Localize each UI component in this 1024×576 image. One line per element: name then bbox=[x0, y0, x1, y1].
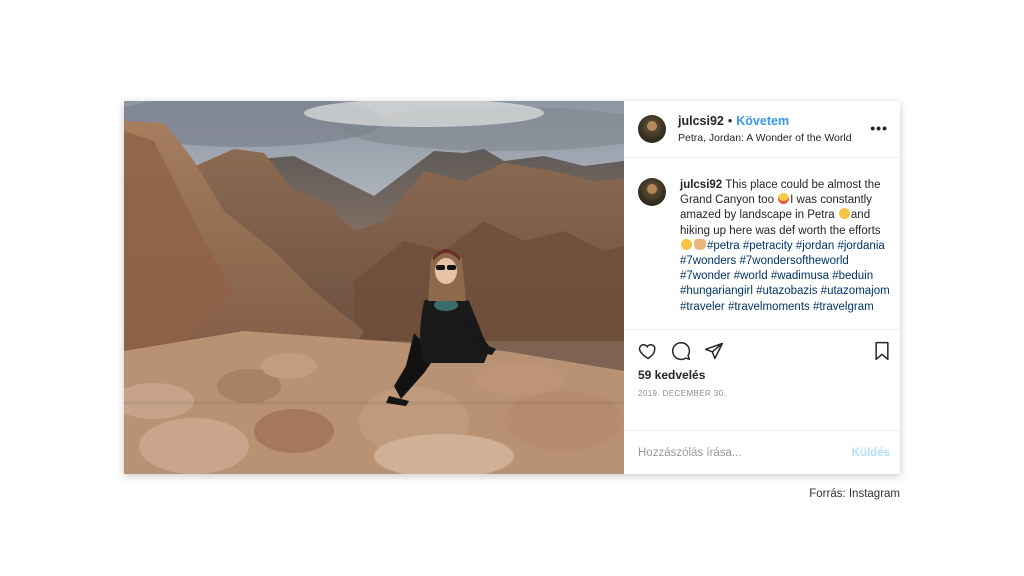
hashtag-link[interactable]: #wadimusa bbox=[771, 270, 829, 282]
post-sidebar: julcsi92 • Követem Petra, Jordan: A Wonder… bbox=[624, 101, 900, 474]
hashtag-link[interactable]: #7wondersoftheworld bbox=[739, 255, 848, 267]
smile-emoji-icon bbox=[838, 208, 850, 220]
caption-text: julcsi92 This place could be almost the … bbox=[680, 178, 894, 329]
paper-plane-icon[interactable] bbox=[704, 341, 724, 361]
instagram-post: julcsi92 • Követem Petra, Jordan: A Wonder… bbox=[124, 101, 900, 474]
hashtag-link[interactable]: #traveler bbox=[680, 301, 725, 313]
heart-eyes-emoji-icon bbox=[778, 193, 790, 205]
more-options-icon[interactable]: ••• bbox=[870, 120, 888, 136]
hashtag-list: #petra #petracity #jordan #jordania #7wo… bbox=[680, 240, 890, 313]
hashtag-link[interactable]: #hungariangirl bbox=[680, 285, 753, 297]
post-photo[interactable] bbox=[124, 101, 624, 474]
grin-emoji-icon bbox=[681, 238, 692, 250]
comment-box: Hozzászólás írása... Küldés bbox=[624, 430, 900, 474]
hashtag-link[interactable]: #world bbox=[734, 270, 768, 282]
hashtag-link[interactable]: #travelmoments bbox=[728, 301, 810, 313]
post-date[interactable]: 2019. DECEMBER 30. bbox=[624, 389, 900, 398]
comment-icon[interactable] bbox=[671, 341, 691, 361]
source-credit: Forrás: Instagram bbox=[809, 488, 900, 500]
hashtag-link[interactable]: #utazobazis bbox=[756, 285, 817, 297]
hashtag-link[interactable]: #petra bbox=[707, 240, 740, 252]
hashtag-link[interactable]: #beduin bbox=[832, 270, 873, 282]
hashtag-link[interactable]: #7wonders bbox=[680, 255, 736, 267]
post-header: julcsi92 • Követem Petra, Jordan: A Wonder… bbox=[624, 101, 900, 158]
hashtag-link[interactable]: #jordan bbox=[796, 240, 834, 252]
separator-dot: • bbox=[727, 114, 733, 128]
caption-username[interactable]: julcsi92 bbox=[680, 179, 722, 191]
header-username[interactable]: julcsi92 bbox=[678, 114, 724, 128]
hashtag-link[interactable]: #jordania bbox=[837, 240, 884, 252]
avatar[interactable] bbox=[638, 115, 666, 143]
hashtag-link[interactable]: #petracity bbox=[743, 240, 793, 252]
hashtag-link[interactable]: #travelgram bbox=[813, 301, 874, 313]
hashtag-link[interactable]: #utazomajom bbox=[821, 285, 890, 297]
send-button[interactable]: Küldés bbox=[852, 447, 890, 459]
caption-avatar[interactable] bbox=[638, 178, 666, 206]
hashtag-link[interactable]: #7wonder bbox=[680, 270, 731, 282]
comment-input[interactable]: Hozzászólás írása... bbox=[638, 447, 742, 459]
location-link[interactable]: Petra, Jordan: A Wonder of the World bbox=[678, 131, 852, 145]
action-bar bbox=[624, 330, 900, 372]
heart-icon[interactable] bbox=[638, 341, 658, 361]
praying-hands-emoji-icon bbox=[694, 238, 706, 250]
post-caption: julcsi92 This place could be almost the … bbox=[624, 158, 900, 330]
bookmark-icon[interactable] bbox=[873, 341, 891, 361]
petra-landscape-image bbox=[124, 101, 624, 474]
follow-button[interactable]: Követem bbox=[736, 114, 789, 128]
